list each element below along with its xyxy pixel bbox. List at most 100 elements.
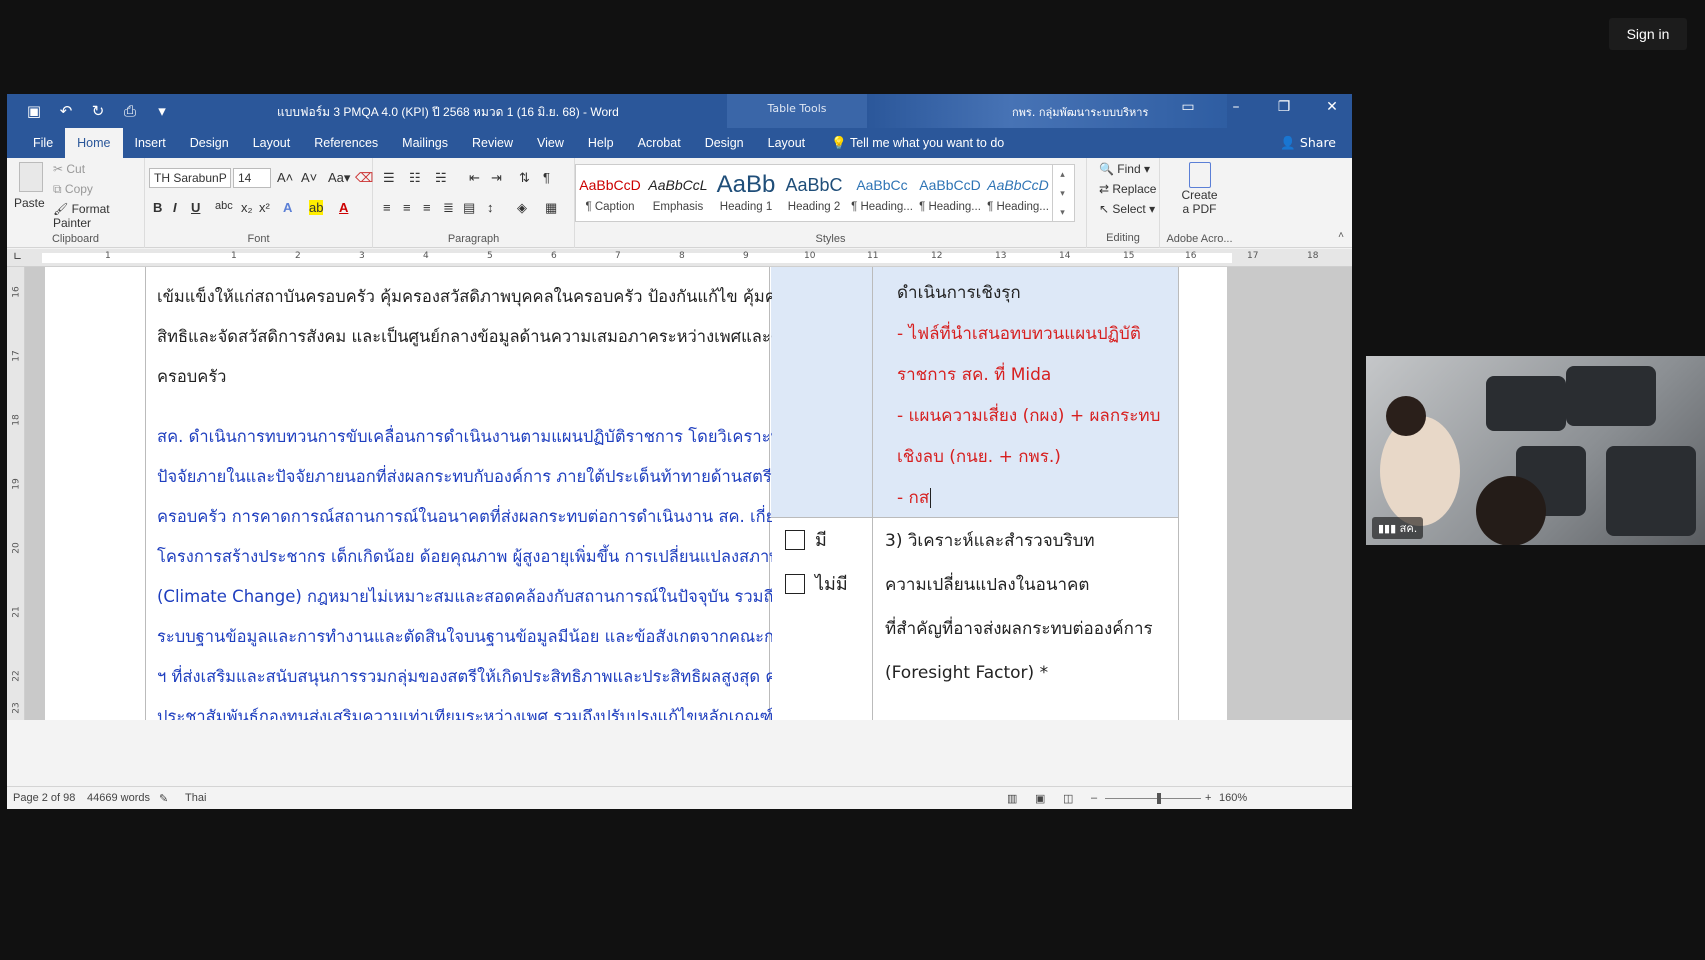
select-button[interactable]: ↖ Select ▾ [1099,202,1155,216]
tab-view[interactable]: View [525,128,576,158]
styles-scroll[interactable]: ▴ ▾ ▾ [1052,165,1072,221]
tab-review[interactable]: Review [460,128,525,158]
highlight-icon[interactable]: ab [309,200,324,215]
restore-icon[interactable]: ❐ [1274,99,1294,115]
clipboard-icon[interactable] [19,162,43,192]
print-preview-icon[interactable]: ⎙ [121,100,139,122]
copy-button[interactable]: ⧉ Copy [53,182,93,197]
tab-references[interactable]: References [302,128,390,158]
font-color-icon[interactable]: A [339,200,348,215]
vertical-ruler[interactable]: 16 17 18 19 20 21 22 23 [7,267,25,720]
style-emphasis[interactable]: AaBbCcL Emphasis [644,165,712,221]
style-heading-4[interactable]: AaBbCcD ¶ Heading... [916,165,984,221]
print-layout-icon[interactable]: ▣ [1035,792,1045,805]
collapse-ribbon-icon[interactable]: ˄ [1338,230,1344,241]
tab-layout[interactable]: Layout [241,128,303,158]
find-button[interactable]: 🔍 Find ▾ [1099,162,1150,176]
tab-home[interactable]: Home [65,128,123,158]
cell-notes[interactable]: ดำเนินการเชิงรุก - ไฟล์ที่นำเสนอทบทวนแผน… [897,273,1187,519]
style-heading-1[interactable]: AaBb Heading 1 [712,165,780,221]
tab-table-design[interactable]: Design [693,128,756,158]
redo-icon[interactable]: ↻ [89,100,107,122]
tab-design[interactable]: Design [178,128,241,158]
zoom-level[interactable]: 160% [1219,792,1247,804]
sign-in-button[interactable]: Sign in [1609,18,1687,50]
change-case-icon[interactable]: Aa▾ [328,170,350,186]
strikethrough-icon[interactable]: abc [215,200,233,212]
shading-icon[interactable]: ◈ [517,200,527,216]
zoom-out-icon[interactable]: – [1091,792,1097,804]
zoom-slider[interactable] [1105,798,1201,799]
align-right-icon[interactable]: ≡ [423,200,431,215]
style-caption[interactable]: AaBbCcD ¶ Caption [576,165,644,221]
format-painter-button[interactable]: 🖌 Format Painter [53,202,144,230]
line-spacing-icon[interactable]: ↕ [487,200,494,215]
decrease-indent-icon[interactable]: ⇤ [469,170,480,186]
bold-icon[interactable]: B [153,200,162,215]
undo-icon[interactable]: ↶ [57,100,75,122]
replace-button[interactable]: ⇄ Replace [1099,182,1156,196]
page-count[interactable]: Page 2 of 98 [13,792,75,804]
justify-icon[interactable]: ≣ [443,200,454,216]
cut-button[interactable]: ✂ Cut [53,162,85,176]
align-left-icon[interactable]: ≡ [383,200,391,215]
style-heading-2[interactable]: AaBbC Heading 2 [780,165,848,221]
tab-file[interactable]: File [21,128,65,158]
tab-selector-icon[interactable]: ∟ [13,250,22,263]
subscript-icon[interactable]: x₂ [241,200,253,215]
show-formatting-icon[interactable]: ¶ [543,170,550,185]
multilevel-list-icon[interactable]: ☵ [435,170,447,186]
read-mode-icon[interactable]: ▥ [1007,792,1017,805]
font-name-dropdown[interactable]: TH SarabunP [149,168,231,188]
document-canvas[interactable]: เข้มแข็งให้แก่สถาบันครอบครัว คุ้มครองสวั… [25,267,1352,720]
tab-help[interactable]: Help [576,128,626,158]
numbering-icon[interactable]: ☷ [409,170,421,186]
sort-icon[interactable]: ⇅ [519,170,530,186]
document-page[interactable]: เข้มแข็งให้แก่สถาบันครอบครัว คุ้มครองสวั… [45,267,1227,720]
tab-insert[interactable]: Insert [123,128,178,158]
account-name[interactable]: กพร. กลุ่มพัฒนาระบบบริหาร [1012,103,1148,121]
minimize-icon[interactable]: – [1226,99,1246,115]
text-effects-icon[interactable]: A [283,200,292,215]
zoom-slider-thumb[interactable] [1157,793,1161,804]
close-icon[interactable]: ✕ [1322,99,1342,115]
tab-acrobat[interactable]: Acrobat [626,128,693,158]
align-center-icon[interactable]: ≡ [403,200,411,215]
style-heading-5[interactable]: AaBbCcD ¶ Heading... [984,165,1052,221]
horizontal-ruler[interactable]: ∟ 1 1 2 3 4 5 6 7 8 9 10 11 12 13 14 15 … [7,249,1352,267]
style-heading-3[interactable]: AaBbCc ¶ Heading... [848,165,916,221]
save-icon[interactable]: ▣ [25,100,43,122]
paragraph-review[interactable]: สค. ดำเนินการทบทวนการขับเคลื่อนการดำเนิน… [157,417,772,720]
underline-icon[interactable]: U [191,200,200,215]
shrink-font-icon[interactable]: A˅ [301,170,317,185]
grow-font-icon[interactable]: A˄ [277,170,293,185]
cell-item-3[interactable]: 3) วิเคราะห์และสำรวจบริบท ความเปลี่ยนแปล… [885,519,1175,695]
web-layout-icon[interactable]: ◫ [1063,792,1073,805]
increase-indent-icon[interactable]: ⇥ [491,170,502,186]
bullets-icon[interactable]: ☰ [383,170,395,186]
tell-me-search[interactable]: 💡 Tell me what you want to do [817,128,1004,158]
paragraph-intro[interactable]: เข้มแข็งให้แก่สถาบันครอบครัว คุ้มครองสวั… [157,277,772,397]
checkbox-yes[interactable]: มี [785,525,827,554]
table-column-2[interactable] [771,267,873,720]
create-pdf-button[interactable]: Create a PDF Adobe Acro... [1159,158,1239,248]
tab-table-layout[interactable]: Layout [756,128,818,158]
share-button[interactable]: 👤 Share [1280,128,1336,158]
font-size-dropdown[interactable]: 14 [233,168,271,188]
ribbon-display-icon[interactable]: ▭ [1178,99,1198,115]
checkbox-icon[interactable] [785,529,805,550]
checkbox-icon[interactable] [785,573,805,594]
borders-icon[interactable]: ▦ [545,200,557,216]
clear-formatting-icon[interactable]: ⌫ [355,170,373,186]
tab-mailings[interactable]: Mailings [390,128,460,158]
checkbox-no[interactable]: ไม่มี [785,569,848,598]
italic-icon[interactable]: I [173,200,177,215]
distributed-icon[interactable]: ▤ [463,200,475,216]
superscript-icon[interactable]: x² [259,200,270,215]
zoom-in-icon[interactable]: + [1205,792,1211,804]
word-count[interactable]: 44669 words [87,792,150,804]
paste-button[interactable]: Paste [14,196,45,210]
language[interactable]: Thai [185,792,206,804]
proofing-icon[interactable]: ✎ [159,792,168,805]
participant-video[interactable]: ▮▮▮ สค. [1366,356,1705,545]
